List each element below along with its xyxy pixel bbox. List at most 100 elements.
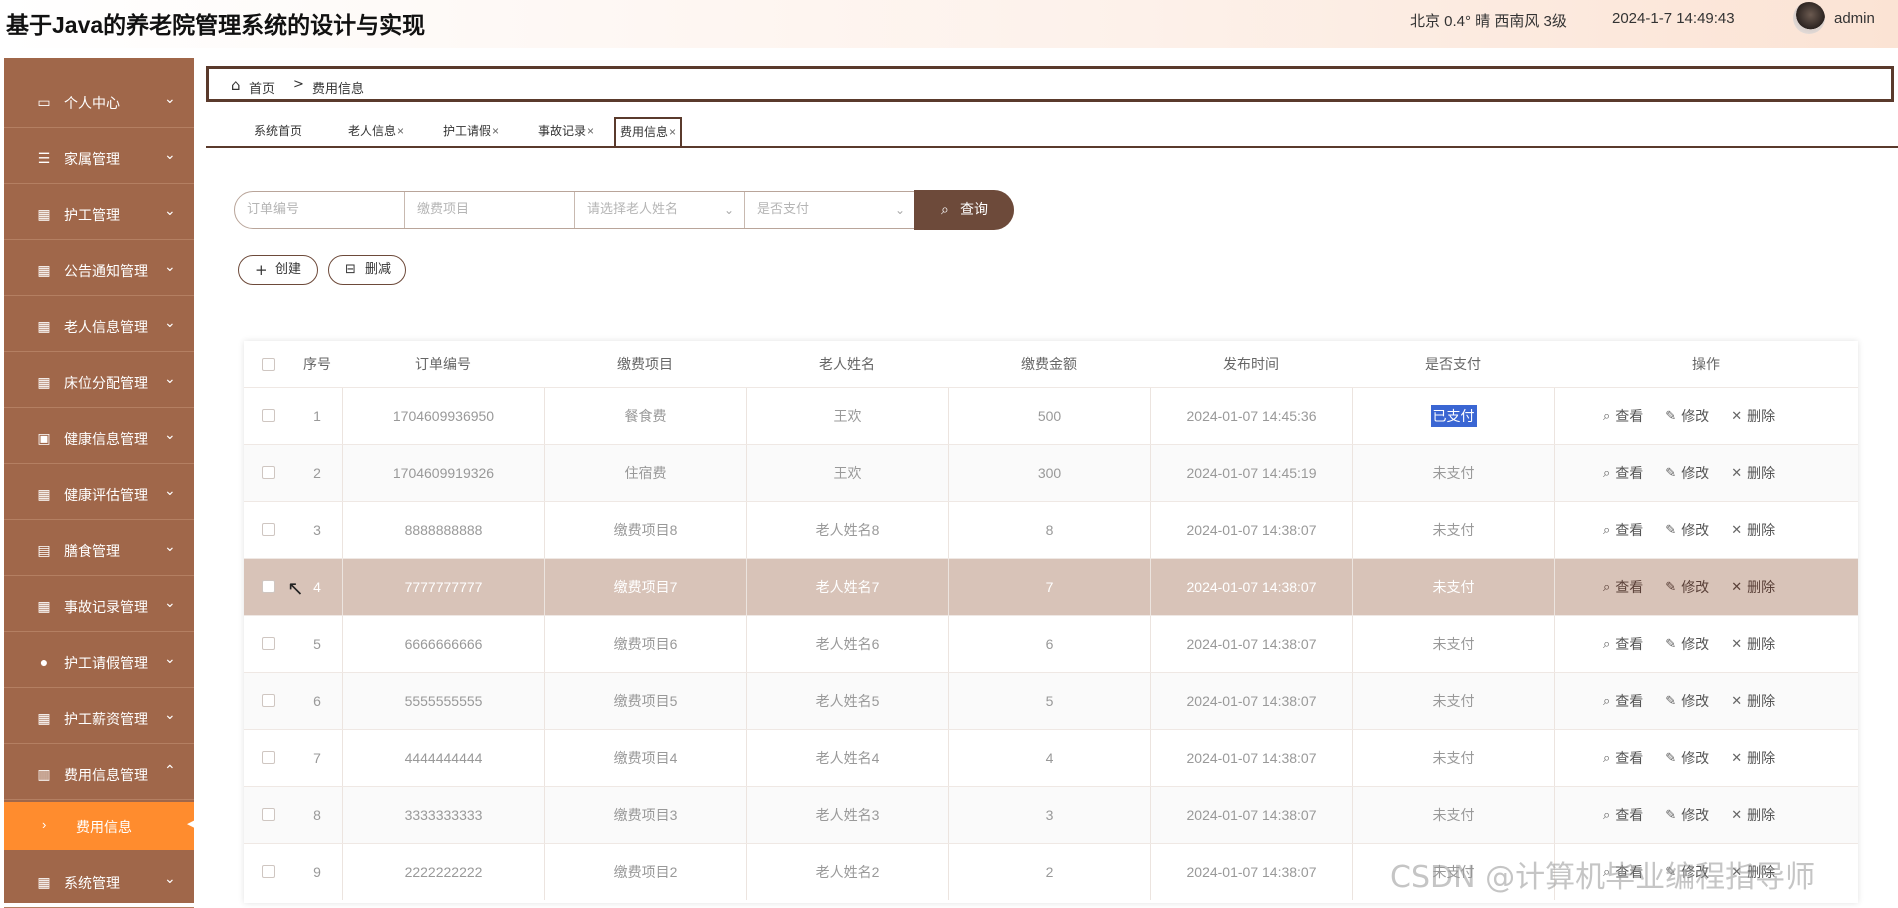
row-checkbox[interactable] bbox=[261, 808, 275, 821]
delete-button[interactable]: ✕ 删除 bbox=[1731, 748, 1775, 768]
edit-button[interactable]: ✎ 修改 bbox=[1665, 805, 1709, 825]
payment-item-input[interactable]: 缴费项目 bbox=[405, 192, 575, 228]
publish-time-value: 2024-01-07 14:38:07 bbox=[1186, 863, 1317, 880]
delete-button[interactable]: ✕ 删除 bbox=[1731, 691, 1775, 711]
tab-label: 老人信息 bbox=[348, 124, 397, 138]
chevron-down-icon: ⌄ bbox=[164, 258, 176, 274]
avatar[interactable] bbox=[1793, 2, 1825, 34]
view-button[interactable]: ⌕ 查看 bbox=[1603, 748, 1643, 768]
row-checkbox[interactable] bbox=[261, 580, 275, 593]
delete-button[interactable]: ✕ 删除 bbox=[1731, 634, 1775, 654]
row-divider bbox=[244, 843, 1858, 844]
delete-button[interactable]: ✕ 删除 bbox=[1731, 577, 1775, 597]
paid-status-cell: 未支付 bbox=[1352, 501, 1554, 558]
row-checkbox[interactable] bbox=[261, 523, 275, 536]
close-icon[interactable]: × bbox=[492, 124, 499, 138]
sidebar-item[interactable]: ▦ 老人信息管理 ⌄ bbox=[4, 300, 194, 352]
sidebar-item[interactable]: ▦ 护工管理 ⌄ bbox=[4, 188, 194, 240]
sidebar-item[interactable]: ▥ 费用信息管理 ⌃ bbox=[4, 748, 194, 800]
close-icon[interactable]: × bbox=[397, 124, 404, 138]
delete-button[interactable]: ✕ 删除 bbox=[1731, 406, 1775, 426]
sidebar-item[interactable]: ● 护工请假管理 ⌄ bbox=[4, 636, 194, 688]
edit-button[interactable]: ✎ 修改 bbox=[1665, 577, 1709, 597]
row-checkbox[interactable] bbox=[261, 637, 275, 650]
username[interactable]: admin bbox=[1834, 10, 1875, 27]
sidebar-item[interactable]: ▦ 护工薪资管理 ⌄ bbox=[4, 692, 194, 744]
view-button[interactable]: ⌕ 查看 bbox=[1603, 805, 1643, 825]
order-number-input[interactable]: 订单编号 bbox=[235, 192, 405, 228]
view-button[interactable]: ⌕ 查看 bbox=[1603, 691, 1643, 711]
sidebar-item[interactable]: ▦ 公告通知管理 ⌄ bbox=[4, 244, 194, 296]
elder-name-select[interactable]: 请选择老人姓名 ⌄ bbox=[575, 192, 745, 228]
edit-button[interactable]: ✎ 修改 bbox=[1665, 748, 1709, 768]
row-checkbox[interactable] bbox=[261, 694, 275, 707]
row-checkbox[interactable] bbox=[261, 409, 275, 422]
tab-item[interactable]: 护工请假× bbox=[443, 117, 499, 145]
edit-button[interactable]: ✎ 修改 bbox=[1665, 520, 1709, 540]
amount-cell: 300 bbox=[948, 444, 1150, 501]
tab-item[interactable]: 老人信息× bbox=[348, 117, 404, 145]
edit-button[interactable]: ✎ 修改 bbox=[1665, 406, 1709, 426]
sidebar-item[interactable]: ☰ 家属管理 ⌄ bbox=[4, 132, 194, 184]
elder-name-value: 老人姓名5 bbox=[815, 692, 880, 709]
breadcrumb-home[interactable]: 首页 bbox=[249, 78, 275, 97]
sidebar-item[interactable]: ▤ 膳食管理 ⌄ bbox=[4, 524, 194, 576]
edit-button[interactable]: ✎ 修改 bbox=[1665, 634, 1709, 654]
row-checkbox[interactable] bbox=[261, 751, 275, 764]
row-checkbox[interactable] bbox=[261, 466, 275, 479]
tab-item[interactable]: 事故记录× bbox=[538, 117, 594, 145]
tab-item[interactable]: 费用信息× bbox=[614, 117, 683, 147]
table-row[interactable]: 7 4444444444 缴费项目4 老人姓名4 4 2024-01-07 14:38:0… bbox=[244, 729, 1858, 786]
delete-button[interactable]: ✕ 删除 bbox=[1731, 463, 1775, 483]
home-icon[interactable]: ⌂ bbox=[231, 76, 241, 94]
chevron-down-icon: ⌄ bbox=[164, 706, 176, 722]
sidebar-subitem-fee-info[interactable]: › 费用信息 ◀ bbox=[4, 802, 196, 850]
sidebar-item[interactable]: ▦ 事故记录管理 ⌄ bbox=[4, 580, 194, 632]
paid-status-select[interactable]: 是否支付 ⌄ bbox=[745, 192, 915, 228]
tab-item[interactable]: 系统首页 bbox=[254, 117, 302, 145]
edit-button[interactable]: ✎ 修改 bbox=[1665, 691, 1709, 711]
caret-left-icon: ◀ bbox=[187, 818, 196, 830]
search-icon: ⌕ bbox=[1603, 806, 1611, 822]
search-button[interactable]: ⌕ 查询 bbox=[914, 190, 1014, 230]
delete-button[interactable]: ✕ 删除 bbox=[1731, 520, 1775, 540]
sidebar-item-label: 公告通知管理 bbox=[64, 263, 148, 279]
paid-status-value: 未支付 bbox=[1432, 578, 1475, 595]
select-cell bbox=[244, 729, 292, 786]
index-cell: 8 bbox=[292, 786, 342, 843]
view-button[interactable]: ⌕ 查看 bbox=[1603, 406, 1643, 426]
table-row[interactable]: 8 3333333333 缴费项目3 老人姓名3 3 2024-01-07 14:38:0… bbox=[244, 786, 1858, 843]
edit-button[interactable]: ✎ 修改 bbox=[1665, 463, 1709, 483]
view-button[interactable]: ⌕ 查看 bbox=[1603, 577, 1643, 597]
view-button[interactable]: ⌕ 查看 bbox=[1603, 463, 1643, 483]
sidebar-item[interactable]: ▭ 个人中心 ⌄ bbox=[4, 76, 194, 128]
sidebar-item[interactable]: ▣ 健康信息管理 ⌄ bbox=[4, 412, 194, 464]
select-all-checkbox[interactable] bbox=[261, 357, 275, 371]
delete-button-label: 删除 bbox=[1747, 407, 1776, 424]
table-row[interactable]: 5 6666666666 缴费项目6 老人姓名6 6 2024-01-07 14:38:0… bbox=[244, 615, 1858, 672]
view-button[interactable]: ⌕ 查看 bbox=[1603, 634, 1643, 654]
payment-item-cell: 缴费项目3 bbox=[544, 786, 746, 843]
row-checkbox[interactable] bbox=[261, 865, 275, 878]
breadcrumb-separator: > bbox=[293, 77, 304, 92]
batch-delete-button[interactable]: ⊟ 删减 bbox=[328, 255, 406, 285]
table-row[interactable]: 4 7777777777 缴费项目7 老人姓名7 7 2024-01-07 14:38:0… bbox=[244, 558, 1858, 615]
sidebar-item[interactable]: ▦ 系统管理 ⌄ bbox=[4, 856, 194, 908]
plus-icon: + bbox=[255, 261, 268, 279]
chevron-down-icon: ⌄ bbox=[164, 650, 176, 666]
sidebar-item-label: 护工薪资管理 bbox=[64, 711, 148, 727]
delete-button[interactable]: ✕ 删除 bbox=[1731, 805, 1775, 825]
table-row[interactable]: 1 1704609936950 餐食费 王欢 500 2024-01-07 14:45:3… bbox=[244, 387, 1858, 444]
table-row[interactable]: 3 8888888888 缴费项目8 老人姓名8 8 2024-01-07 14:38:0… bbox=[244, 501, 1858, 558]
table-row[interactable]: 2 1704609919326 住宿费 王欢 300 2024-01-07 14:45:1… bbox=[244, 444, 1858, 501]
close-icon[interactable]: × bbox=[669, 125, 676, 139]
table-row[interactable]: 6 5555555555 缴费项目5 老人姓名5 5 2024-01-07 14:38:0… bbox=[244, 672, 1858, 729]
watermark: CSDN @计算机毕业编程指导师 bbox=[1390, 860, 1816, 895]
column-header: 缴费项目 bbox=[617, 356, 673, 372]
sidebar-item[interactable]: ▦ 床位分配管理 ⌄ bbox=[4, 356, 194, 408]
pencil-icon: ✎ bbox=[1665, 749, 1677, 765]
close-icon[interactable]: × bbox=[587, 124, 594, 138]
create-button[interactable]: + 创建 bbox=[238, 255, 318, 285]
view-button[interactable]: ⌕ 查看 bbox=[1603, 520, 1643, 540]
sidebar-item[interactable]: ▦ 健康评估管理 ⌄ bbox=[4, 468, 194, 520]
